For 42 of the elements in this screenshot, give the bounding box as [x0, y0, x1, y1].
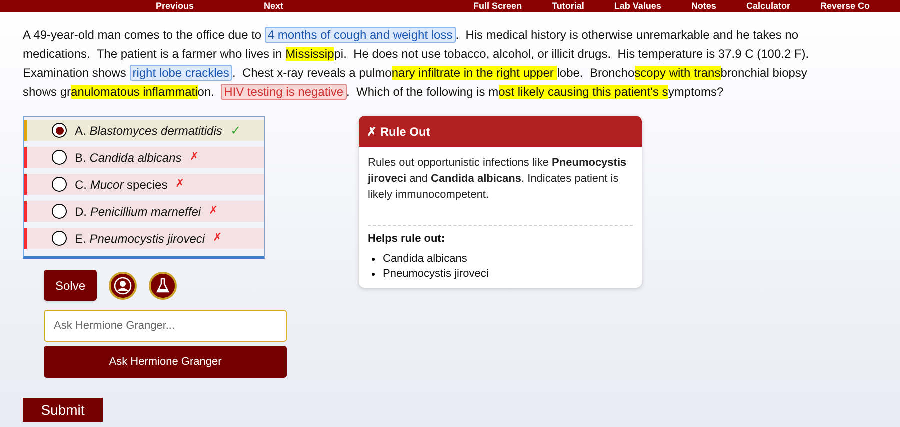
- cross-mark: ✗: [176, 177, 185, 192]
- nav-link[interactable]: Notes: [691, 2, 716, 10]
- list-item: Candida albicans: [383, 252, 468, 266]
- radio-button[interactable]: [52, 231, 67, 246]
- submit-button[interactable]: Submit: [23, 398, 103, 422]
- choice-label: A. Blastomyces dermatitidis: [75, 122, 222, 140]
- radio-button[interactable]: [52, 123, 67, 138]
- answer-choice[interactable]: C. Mucor species ✗: [24, 174, 264, 195]
- nav-link[interactable]: Tutorial: [552, 2, 584, 10]
- answer-choice[interactable]: A. Blastomyces dermatitidis ✓: [24, 120, 264, 141]
- answer-choice[interactable]: B. Candida albicans ✗: [24, 147, 264, 168]
- answer-choice[interactable]: E. Pneumocystis jiroveci ✗: [24, 228, 264, 249]
- nav-link[interactable]: Full Screen: [474, 2, 522, 10]
- choice-label: E. Pneumocystis jiroveci: [75, 230, 206, 248]
- card-title: ✗ Rule Out: [367, 124, 430, 140]
- list-item: Pneumocystis jiroveci: [383, 266, 489, 282]
- solve-button[interactable]: Solve: [44, 270, 97, 301]
- nav-link[interactable]: Reverse Co: [820, 2, 870, 10]
- bullet-icon: [372, 272, 375, 276]
- ask-button[interactable]: Ask Hermione Granger: [44, 346, 287, 378]
- check-mark: ✓: [230, 122, 242, 140]
- radio-button[interactable]: [52, 177, 67, 192]
- choice-label: D. Penicillium marneffei: [75, 204, 202, 220]
- nav-link[interactable]: Next: [264, 2, 284, 10]
- question-passage: A 49-year-old man comes to the office due to 4 months of cough and weight loss . His medical history is otherwise unremarkable and he takes no medications. The patient is a farmer who lives in Mississippi. He does not use tobacco, alcohol, or illicit drugs. His temperature is 37.9 C (100.2 F). Examination shows right lobe crackles . Chest x-ray reveals a pulmonary infiltrate in the right upper lobe. Bronchoscopy with transbronchial biopsy shows granulomatous inflammation. HIV testing is negative . Which of the following is most likely causing this patient's symptoms?: [23, 26, 810, 102]
- nav-link[interactable]: Lab Values: [614, 2, 662, 10]
- cross-mark: ✗: [190, 150, 199, 166]
- nav-link[interactable]: Calculator: [746, 2, 790, 10]
- cross-mark: ✗: [213, 231, 222, 246]
- person-icon[interactable]: [109, 272, 137, 300]
- radio-button[interactable]: [52, 150, 67, 165]
- answer-choice[interactable]: D. Penicillium marneffei ✗: [24, 201, 264, 222]
- nav-link[interactable]: Previous: [156, 2, 194, 10]
- radio-button[interactable]: [52, 204, 67, 219]
- explanation-text: Rules out opportunistic infections like Pneumocystis jiroveci and Candida albicans. Indicates patient is likely immunocompetent.: [368, 156, 628, 203]
- choice-label: B. Candida albicans: [75, 150, 182, 166]
- bullet-icon: [372, 258, 375, 260]
- ask-input-field[interactable]: Ask Hermione Granger...: [44, 310, 287, 342]
- list-title: Helps rule out:: [368, 232, 446, 247]
- choice-label: C. Mucor species: [75, 176, 168, 194]
- flask-icon[interactable]: [149, 272, 177, 300]
- cross-mark: ✗: [209, 204, 218, 220]
